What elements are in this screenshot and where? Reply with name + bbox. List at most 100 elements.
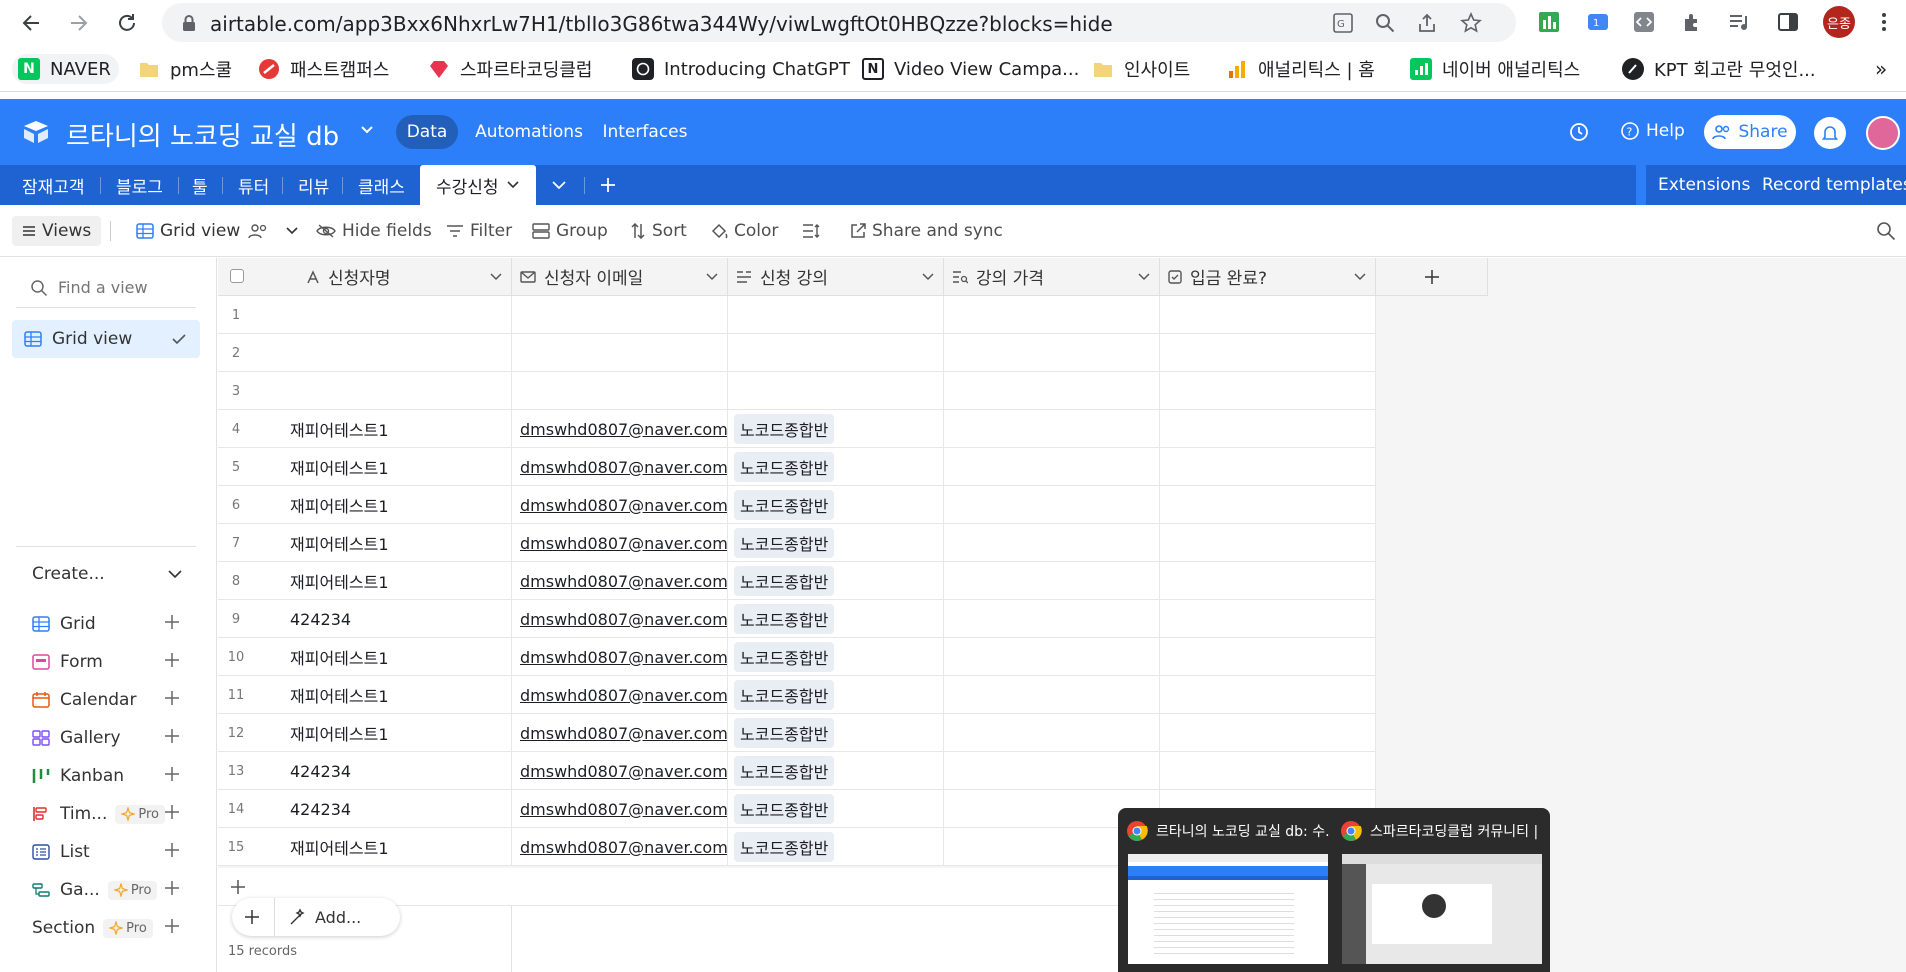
browser-menu-icon[interactable] xyxy=(1870,8,1898,36)
extensions-button[interactable]: Extensions xyxy=(1658,165,1750,205)
email-link[interactable]: dmswhd0807@naver.com xyxy=(520,724,727,743)
select-all-checkbox[interactable] xyxy=(230,269,244,283)
column-header-course[interactable]: 신청 강의 xyxy=(728,258,944,296)
profile-avatar[interactable]: 은종 xyxy=(1823,6,1855,38)
user-avatar[interactable] xyxy=(1866,116,1900,150)
bookmark-analytics[interactable]: 애널리틱스 | 홈 xyxy=(1226,54,1375,84)
preview-window-2[interactable]: 스파르타코딩클럽 커뮤니티 | ... xyxy=(1340,816,1544,966)
table-row[interactable]: 1 xyxy=(218,296,1376,334)
linked-record-chip[interactable]: 노코드종합반 xyxy=(734,604,835,634)
zoom-icon[interactable] xyxy=(1372,10,1398,36)
cell-applicant-name[interactable]: 424234 xyxy=(254,790,512,828)
create-kanban[interactable]: Kanban xyxy=(32,758,179,794)
linked-record-chip[interactable]: 노코드종합반 xyxy=(734,718,835,748)
cell-price[interactable] xyxy=(944,524,1160,562)
linked-record-chip[interactable]: 노코드종합반 xyxy=(734,490,835,520)
cell-paid[interactable] xyxy=(1160,752,1376,790)
create-grid[interactable]: Grid xyxy=(32,606,179,642)
history-icon[interactable] xyxy=(1568,121,1590,143)
sort-button[interactable]: Sort xyxy=(630,217,687,245)
email-link[interactable]: dmswhd0807@naver.com xyxy=(520,610,727,629)
cell-course[interactable]: 노코드종합반 xyxy=(728,524,944,562)
cell-email[interactable] xyxy=(512,372,728,410)
notifications-button[interactable] xyxy=(1814,117,1846,149)
bookmark-naver-analytics[interactable]: 네이버 애널리틱스 xyxy=(1410,54,1580,84)
table-tab-classes[interactable]: 클래스 xyxy=(358,165,405,205)
column-header-applicant-name[interactable]: 신청자명 xyxy=(218,258,512,296)
hide-fields-button[interactable]: Hide fields xyxy=(316,217,432,245)
base-name[interactable]: 르타니의 노코딩 교실 db xyxy=(66,116,339,153)
email-link[interactable]: dmswhd0807@naver.com xyxy=(520,686,727,705)
bookmark-chatgpt[interactable]: Introducing ChatGPT xyxy=(632,54,850,84)
table-tab-enrollment[interactable]: 수강신청 xyxy=(420,165,536,205)
share-button[interactable]: Share xyxy=(1704,115,1796,149)
forward-icon[interactable] xyxy=(62,6,96,40)
cell-email[interactable]: dmswhd0807@naver.com xyxy=(512,486,728,524)
filter-button[interactable]: Filter xyxy=(446,217,512,245)
create-list[interactable]: List xyxy=(32,834,179,870)
plus-icon[interactable] xyxy=(244,909,260,925)
cell-email[interactable]: dmswhd0807@naver.com xyxy=(512,676,728,714)
cell-applicant-name[interactable]: 424234 xyxy=(254,752,512,790)
email-link[interactable]: dmswhd0807@naver.com xyxy=(520,534,727,553)
cell-email[interactable] xyxy=(512,334,728,372)
cell-course[interactable] xyxy=(728,296,944,334)
cell-email[interactable]: dmswhd0807@naver.com xyxy=(512,790,728,828)
cell-price[interactable] xyxy=(944,448,1160,486)
cell-paid[interactable] xyxy=(1160,410,1376,448)
media-control-icon[interactable] xyxy=(1724,8,1752,36)
group-button[interactable]: Group xyxy=(532,217,608,245)
cell-paid[interactable] xyxy=(1160,524,1376,562)
cell-price[interactable] xyxy=(944,562,1160,600)
bookmark-star-icon[interactable] xyxy=(1458,10,1484,36)
cell-course[interactable]: 노코드종합반 xyxy=(728,600,944,638)
cell-applicant-name[interactable]: 재피어테스트1 xyxy=(254,448,512,486)
table-row[interactable]: 6 재피어테스트1 dmswhd0807@naver.com 노코드종합반 xyxy=(218,486,1376,524)
cell-email[interactable]: dmswhd0807@naver.com xyxy=(512,562,728,600)
cell-email[interactable]: dmswhd0807@naver.com xyxy=(512,828,728,866)
email-link[interactable]: dmswhd0807@naver.com xyxy=(520,838,727,857)
bookmark-sparta[interactable]: 스파르타코딩클럽 xyxy=(428,54,592,84)
cell-paid[interactable] xyxy=(1160,638,1376,676)
cell-paid[interactable] xyxy=(1160,486,1376,524)
table-row[interactable]: 2 xyxy=(218,334,1376,372)
bookmark-pm-school[interactable]: pm스쿨 xyxy=(138,54,232,84)
cell-applicant-name[interactable] xyxy=(254,296,512,334)
cell-paid[interactable] xyxy=(1160,600,1376,638)
email-link[interactable]: dmswhd0807@naver.com xyxy=(520,420,727,439)
bookmark-video-view[interactable]: N Video View Campa... xyxy=(862,54,1079,84)
cell-email[interactable]: dmswhd0807@naver.com xyxy=(512,410,728,448)
table-row[interactable]: 5 재피어테스트1 dmswhd0807@naver.com 노코드종합반 xyxy=(218,448,1376,486)
table-row[interactable]: 11 재피어테스트1 dmswhd0807@naver.com 노코드종합반 xyxy=(218,676,1376,714)
cell-price[interactable] xyxy=(944,296,1160,334)
table-tab-leads[interactable]: 잠재고객 xyxy=(22,165,85,205)
create-calendar[interactable]: Calendar xyxy=(32,682,179,718)
column-header-paid[interactable]: 입금 완료? xyxy=(1160,258,1376,296)
magic-wand-icon[interactable] xyxy=(289,908,307,926)
cell-price[interactable] xyxy=(944,600,1160,638)
share-page-icon[interactable] xyxy=(1414,10,1440,36)
cell-applicant-name[interactable]: 재피어테스트1 xyxy=(254,486,512,524)
bookmark-kpt[interactable]: KPT 회고란 무엇인... xyxy=(1622,54,1816,84)
add-record-label[interactable]: Add... xyxy=(315,908,361,927)
bookmark-naver[interactable]: N NAVER xyxy=(12,54,119,84)
bookmark-fastcampus[interactable]: 패스트캠퍼스 xyxy=(258,54,389,84)
email-link[interactable]: dmswhd0807@naver.com xyxy=(520,572,727,591)
email-link[interactable]: dmswhd0807@naver.com xyxy=(520,496,727,515)
linked-record-chip[interactable]: 노코드종합반 xyxy=(734,680,835,710)
cell-price[interactable] xyxy=(944,752,1160,790)
cell-applicant-name[interactable]: 재피어테스트1 xyxy=(254,638,512,676)
tab-automations[interactable]: Automations xyxy=(474,115,584,149)
cell-email[interactable]: dmswhd0807@naver.com xyxy=(512,600,728,638)
cell-email[interactable]: dmswhd0807@naver.com xyxy=(512,524,728,562)
cell-price[interactable] xyxy=(944,714,1160,752)
cell-course[interactable]: 노코드종합반 xyxy=(728,410,944,448)
add-table-plus-icon[interactable] xyxy=(600,177,616,193)
cell-paid[interactable] xyxy=(1160,372,1376,410)
table-row[interactable]: 3 xyxy=(218,372,1376,410)
view-item-grid-view[interactable]: Grid view xyxy=(12,320,200,358)
tab-data[interactable]: Data xyxy=(396,115,458,149)
extension-icon[interactable]: 1 xyxy=(1584,8,1612,36)
create-timeline[interactable]: Tim... Pro xyxy=(32,796,179,832)
row-height-button[interactable] xyxy=(802,217,826,245)
